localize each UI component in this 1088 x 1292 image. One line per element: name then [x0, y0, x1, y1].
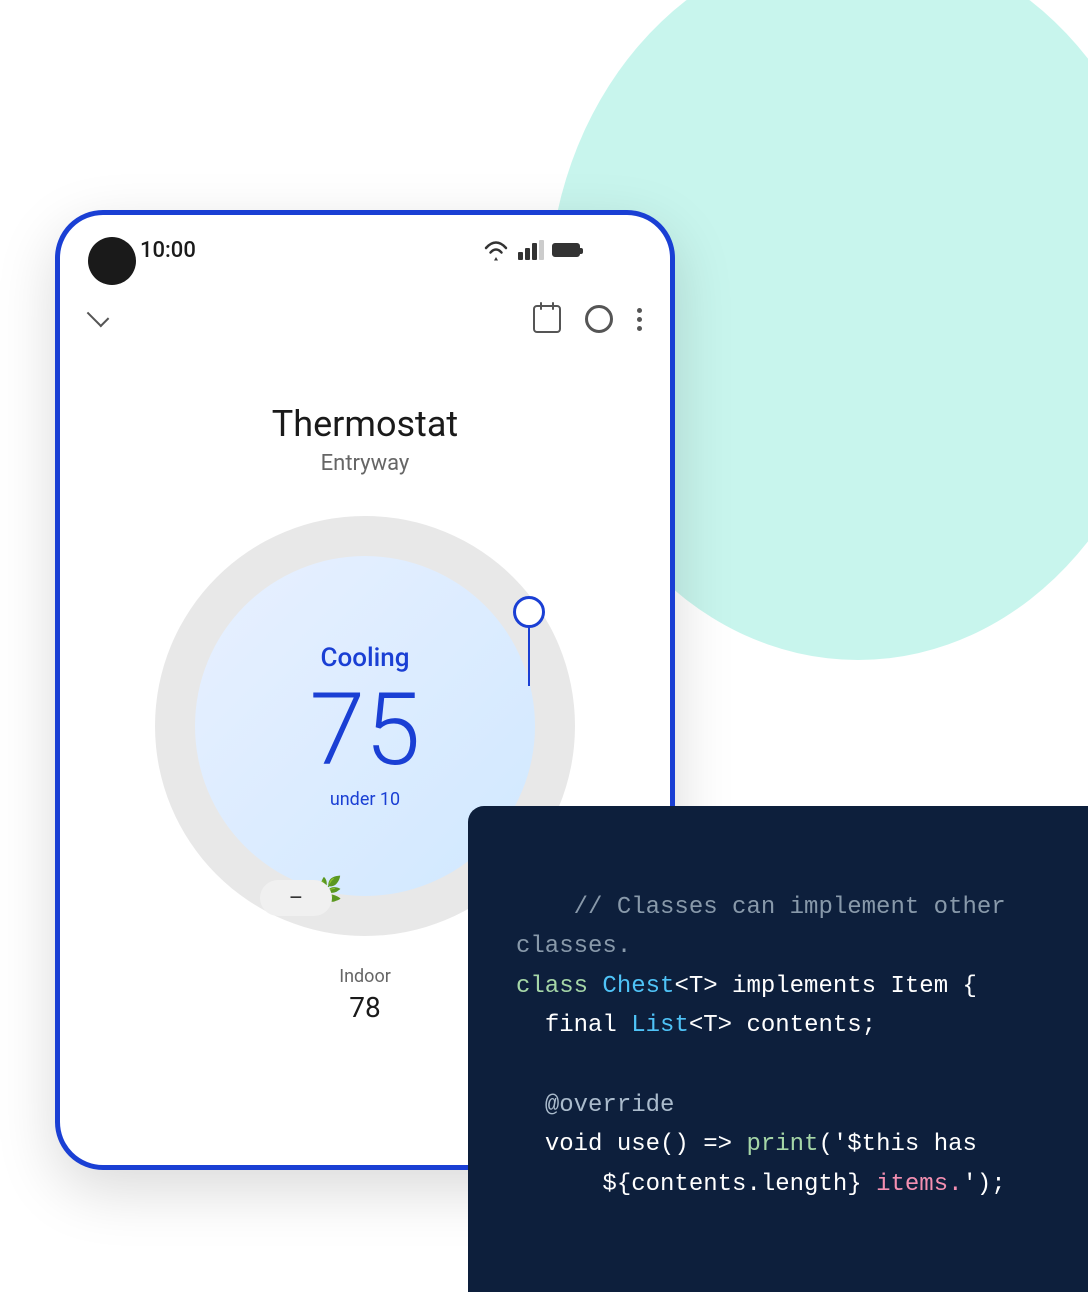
code-class-keyword: class [516, 973, 602, 1000]
code-list-generic: <T> contents; [689, 1012, 876, 1039]
code-contents: ${contents.length} [602, 1171, 876, 1198]
chevron-down-icon[interactable] [87, 305, 110, 328]
code-items-string: items. [876, 1171, 962, 1198]
calendar-icon[interactable] [533, 305, 561, 333]
status-time: 10:00 [140, 238, 196, 263]
code-interface: Item { [890, 973, 976, 1000]
signal-icon [518, 240, 544, 260]
settings-icon[interactable] [585, 305, 613, 333]
code-generic: <T> [674, 973, 732, 1000]
code-close-paren: '); [963, 1171, 1006, 1198]
dial-handle-circle [513, 596, 545, 628]
code-class-name: Chest [602, 973, 674, 1000]
under-label: under 10 [330, 789, 400, 810]
code-content: // Classes can implement other classes. … [516, 848, 1040, 1244]
minus-button[interactable]: – [260, 880, 332, 916]
indoor-info: Indoor 78 [339, 966, 391, 1024]
app-bar [60, 285, 670, 353]
thermostat-title: Thermostat [272, 403, 458, 445]
battery-icon [552, 243, 580, 257]
app-bar-actions [533, 305, 642, 333]
indoor-value: 78 [339, 991, 391, 1024]
status-bar: 10:00 [60, 215, 670, 285]
thermostat-subtitle: Entryway [321, 451, 410, 476]
temperature-display: 75 [310, 681, 421, 781]
status-icons [482, 239, 580, 261]
minus-label: – [289, 886, 303, 911]
dial-handle[interactable] [513, 596, 545, 686]
code-final: final [545, 1012, 631, 1039]
indoor-label: Indoor [339, 966, 391, 987]
wifi-icon [482, 239, 510, 261]
phone-camera [88, 237, 136, 285]
code-void: void use() => [545, 1131, 747, 1158]
code-print-open: ('$this has [818, 1131, 976, 1158]
code-list-type: List [631, 1012, 689, 1039]
code-override-annotation: @override [545, 1092, 675, 1119]
code-print: print [746, 1131, 818, 1158]
code-implements: implements [732, 973, 890, 1000]
dial-handle-line [528, 626, 530, 686]
code-comment-1: // Classes can implement other classes. [516, 894, 1006, 961]
code-panel: // Classes can implement other classes. … [468, 806, 1088, 1292]
more-vert-icon[interactable] [637, 308, 642, 331]
cooling-label: Cooling [321, 643, 410, 673]
